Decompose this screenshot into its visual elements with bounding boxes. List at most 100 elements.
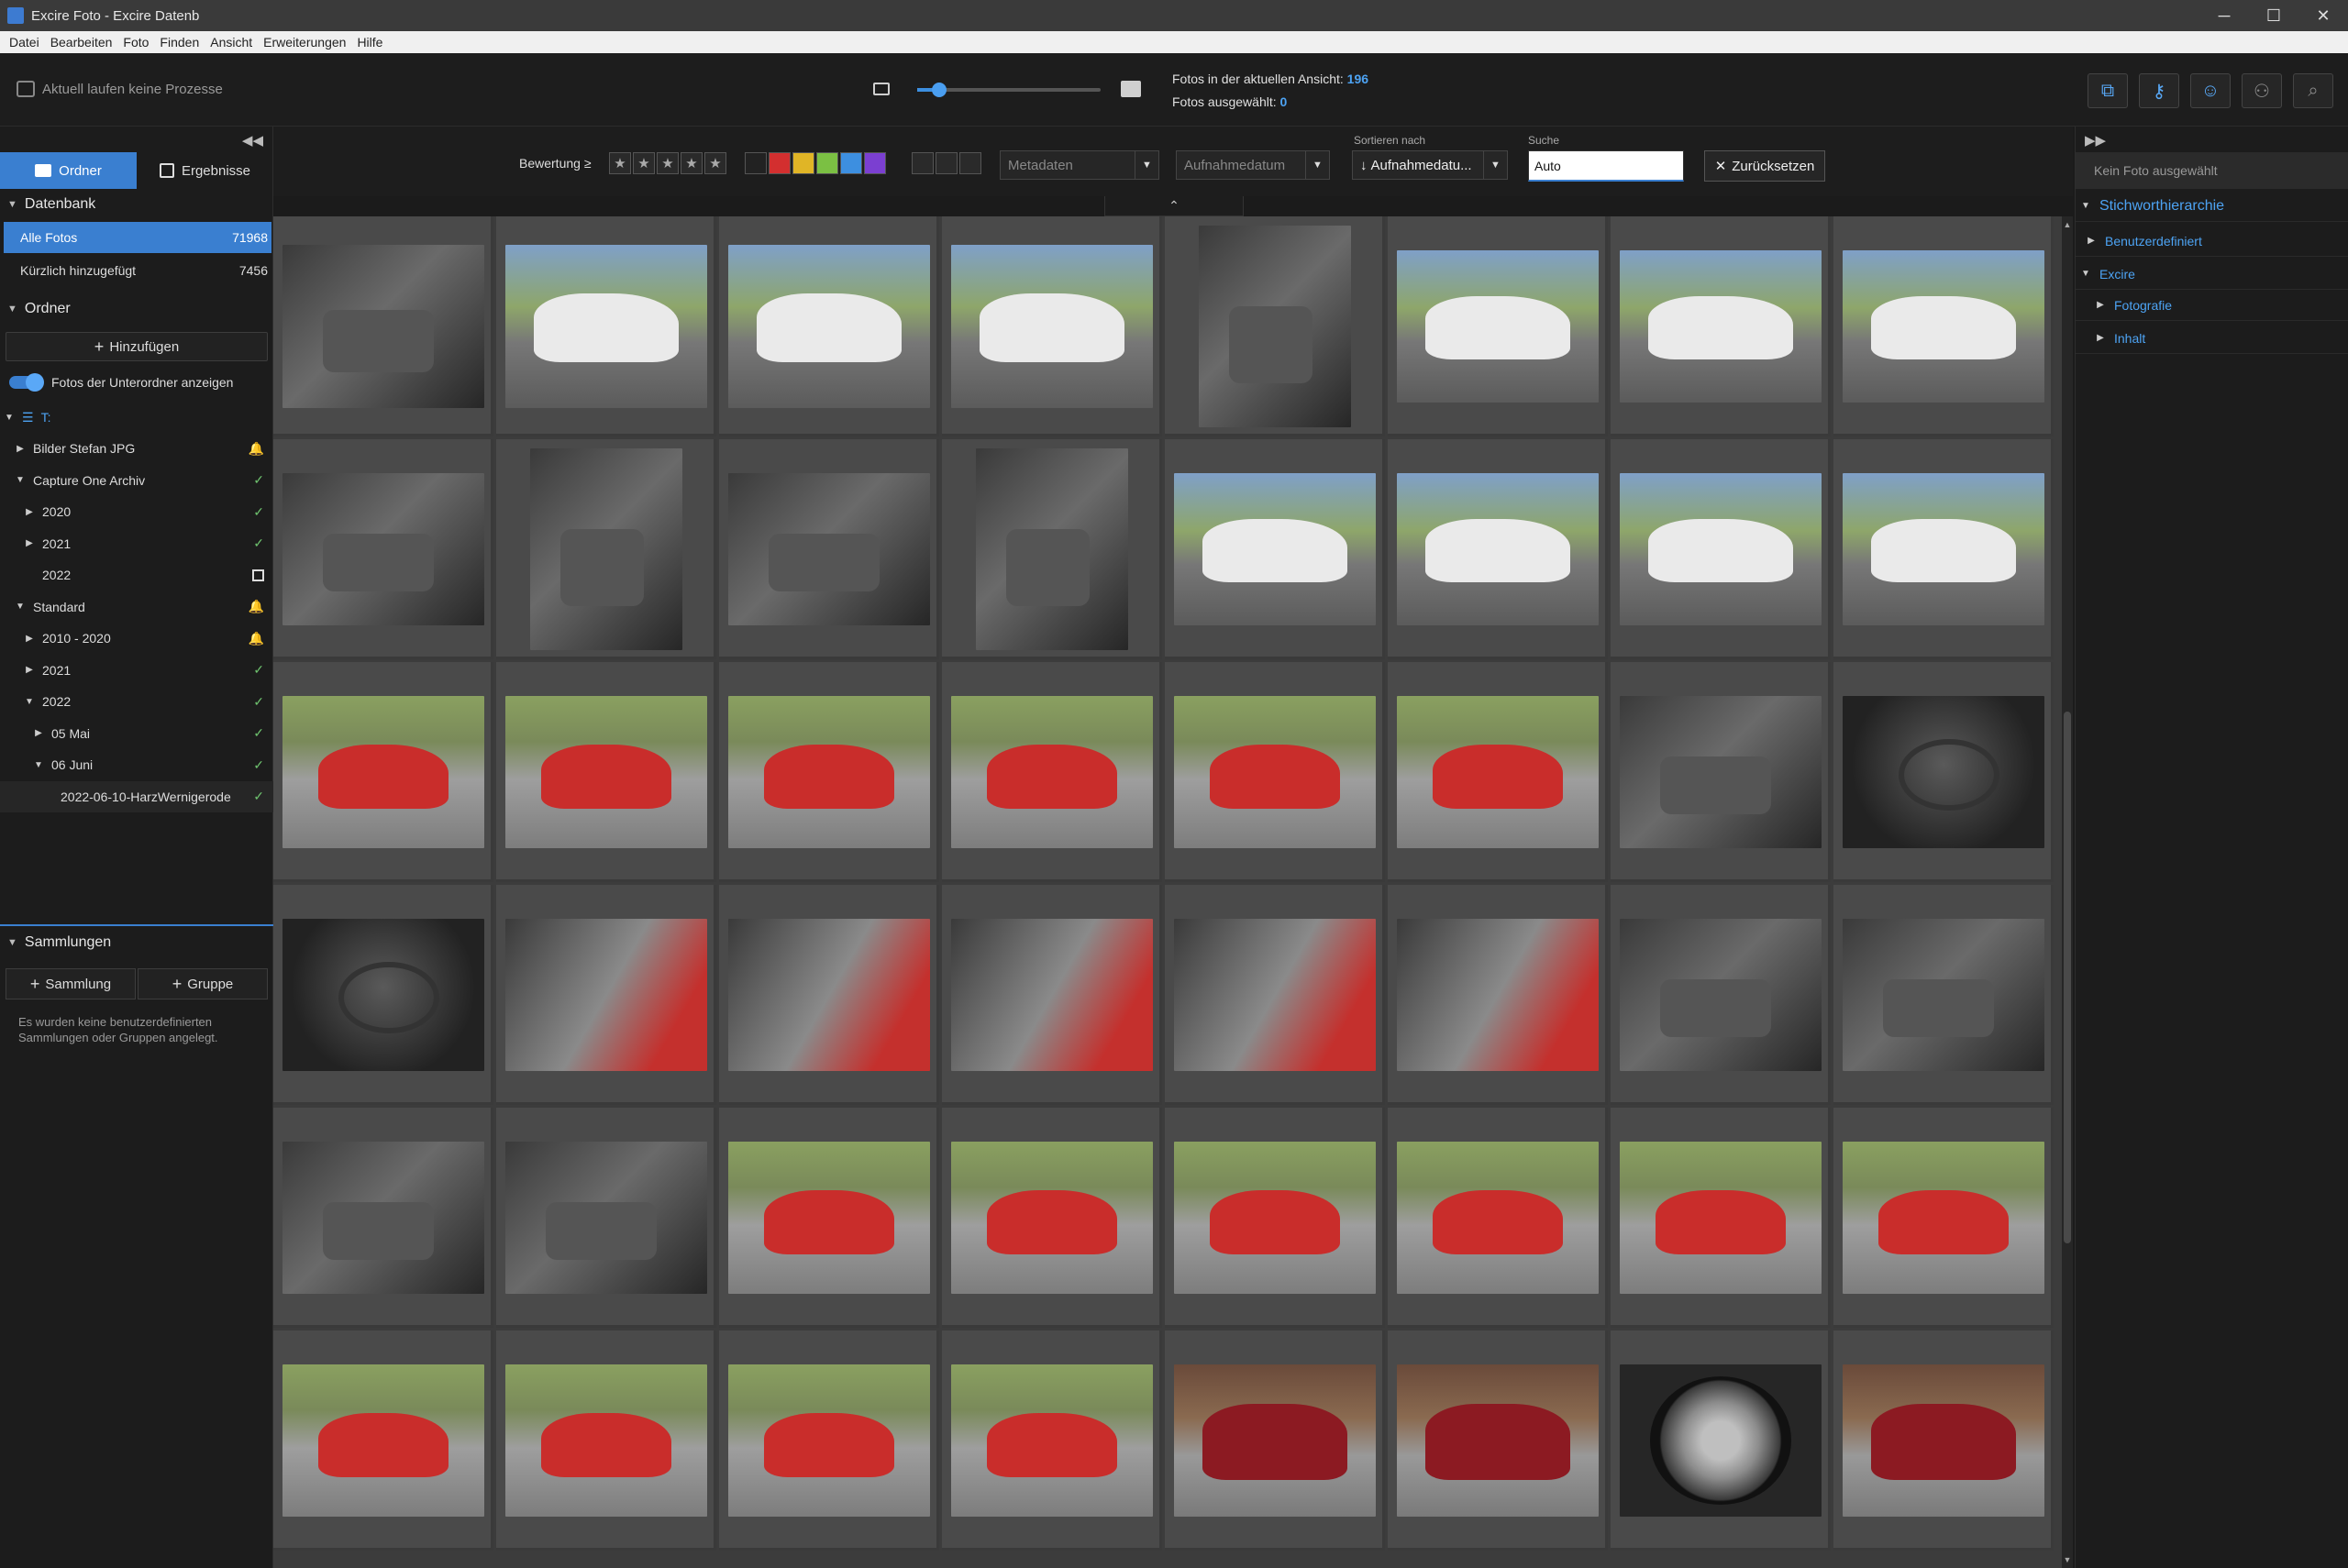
photo-cell[interactable] (1165, 1331, 1385, 1551)
photo-cell[interactable] (273, 662, 493, 882)
photo-thumbnail[interactable] (1842, 1142, 2045, 1294)
photo-cell[interactable] (719, 216, 939, 436)
star-1-icon[interactable]: ★ (609, 152, 631, 174)
star-2-icon[interactable]: ★ (633, 152, 655, 174)
folder-tree-item[interactable]: ▶ 2021 ✓ (0, 655, 273, 686)
photo-cell[interactable] (496, 662, 716, 882)
photo-cell[interactable] (273, 439, 493, 659)
chevron-down-icon[interactable]: ▼ (33, 760, 44, 770)
folder-tree-item[interactable]: 2022-06-10-HarzWernigerode ✓ (0, 780, 273, 812)
flag-picked-icon[interactable] (912, 152, 934, 174)
menu-bearbeiten[interactable]: Bearbeiten (50, 35, 113, 50)
photo-thumbnail[interactable] (727, 1142, 931, 1294)
photo-thumbnail[interactable] (282, 696, 485, 848)
photo-cell[interactable] (1165, 1108, 1385, 1328)
photo-thumbnail[interactable] (1619, 696, 1822, 848)
photo-thumbnail[interactable] (504, 1364, 708, 1517)
date-dropdown[interactable]: Aufnahmedatum ▼ (1176, 150, 1330, 180)
star-3-icon[interactable]: ★ (657, 152, 679, 174)
chevron-down-icon[interactable]: ▼ (15, 602, 26, 612)
photo-thumbnail[interactable] (727, 245, 931, 408)
photo-thumbnail[interactable] (282, 1364, 485, 1517)
thumbnail-size-slider[interactable] (917, 83, 1101, 97)
chevron-down-icon[interactable]: ▼ (24, 697, 35, 707)
keyword-button[interactable]: ⚷ (2139, 73, 2179, 108)
scroll-up-icon[interactable]: ▲ (2062, 220, 2073, 229)
folders-header[interactable]: ▼ Ordner (0, 295, 273, 323)
photo-thumbnail[interactable] (1619, 1364, 1822, 1517)
kw-excire[interactable]: ▼ Excire (2076, 259, 2348, 290)
photo-cell[interactable] (942, 662, 1162, 882)
photo-thumbnail[interactable] (1619, 1142, 1822, 1294)
menu-finden[interactable]: Finden (160, 35, 199, 50)
photo-thumbnail[interactable] (727, 696, 931, 848)
maximize-icon[interactable]: ☐ (2249, 0, 2298, 31)
collections-header[interactable]: ▼ Sammlungen (0, 926, 273, 959)
photo-cell[interactable] (1388, 662, 1608, 882)
photo-thumbnail[interactable] (1842, 250, 2045, 403)
folder-tree-item[interactable]: ▼ 06 Juni ✓ (0, 749, 273, 780)
photo-thumbnail[interactable] (1842, 1364, 2045, 1517)
color-filter-swatch[interactable] (816, 152, 838, 174)
db-all-photos[interactable]: Alle Fotos 71968 (4, 222, 271, 253)
folder-tree-item[interactable]: ▼ Capture One Archiv ✓ (0, 465, 273, 496)
photo-thumbnail[interactable] (282, 919, 485, 1071)
photo-thumbnail[interactable] (727, 1364, 931, 1517)
chevron-right-icon[interactable]: ▶ (15, 444, 26, 454)
kw-fotografie[interactable]: ▶ Fotografie (2076, 290, 2348, 321)
folder-tree-item[interactable]: ▶ 2020 ✓ (0, 496, 273, 527)
color-filter-swatch[interactable] (864, 152, 886, 174)
photo-thumbnail[interactable] (530, 447, 682, 651)
folder-tree-item[interactable]: ▶ 2010 - 2020 🔔 (0, 623, 273, 654)
keyword-hierarchy-header[interactable]: ▼ Stichworthierarchie (2076, 191, 2348, 222)
photo-cell[interactable] (1833, 662, 2054, 882)
minimize-icon[interactable]: ─ (2199, 0, 2249, 31)
menu-erweiterungen[interactable]: Erweiterungen (263, 35, 346, 50)
sort-dropdown[interactable]: ↓ Aufnahmedatu... ▼ (1352, 150, 1508, 180)
photo-thumbnail[interactable] (1842, 919, 2045, 1071)
add-collection-button[interactable]: + Sammlung (6, 968, 136, 999)
kw-user-defined[interactable]: ▶ Benutzerdefiniert (2076, 226, 2348, 257)
db-recent[interactable]: Kürzlich hinzugefügt 7456 (4, 255, 271, 286)
photo-thumbnail[interactable] (1173, 1364, 1377, 1517)
menu-ansicht[interactable]: Ansicht (210, 35, 252, 50)
photo-thumbnail[interactable] (504, 696, 708, 848)
face-button[interactable]: ☺ (2190, 73, 2231, 108)
photo-thumbnail[interactable] (950, 245, 1154, 408)
photo-cell[interactable] (719, 1331, 939, 1551)
color-filter-swatch[interactable] (745, 152, 767, 174)
photo-cell[interactable] (1833, 216, 2054, 436)
slider-knob[interactable] (932, 83, 947, 97)
photo-cell[interactable] (719, 1108, 939, 1328)
photo-thumbnail[interactable] (282, 1142, 485, 1294)
menu-foto[interactable]: Foto (123, 35, 149, 50)
photo-cell[interactable] (496, 439, 716, 659)
photo-thumbnail[interactable] (1173, 1142, 1377, 1294)
photo-cell[interactable] (1165, 216, 1385, 436)
small-thumbnail-icon[interactable] (873, 83, 890, 95)
photo-thumbnail[interactable] (1842, 473, 2045, 625)
photo-cell[interactable] (1165, 439, 1385, 659)
collapse-filter-icon[interactable]: ⌃ (1104, 196, 1244, 216)
star-5-icon[interactable]: ★ (704, 152, 726, 174)
photo-thumbnail[interactable] (727, 473, 931, 625)
color-filter-swatch[interactable] (769, 152, 791, 174)
menu-hilfe[interactable]: Hilfe (357, 35, 382, 50)
chevron-right-icon[interactable]: ▶ (24, 507, 35, 517)
photo-cell[interactable] (1833, 1331, 2054, 1551)
search-input[interactable] (1528, 150, 1684, 182)
scroll-down-icon[interactable]: ▼ (2062, 1555, 2073, 1564)
photo-thumbnail[interactable] (950, 1364, 1154, 1517)
color-filter-swatch[interactable] (840, 152, 862, 174)
large-thumbnail-icon[interactable] (1121, 81, 1141, 97)
collapse-right-icon[interactable]: ▶▶ (2085, 132, 2106, 149)
photo-thumbnail[interactable] (282, 245, 485, 408)
reset-button[interactable]: ✕ Zurücksetzen (1704, 150, 1825, 182)
photo-cell[interactable] (1611, 662, 1831, 882)
photo-cell[interactable] (1611, 1331, 1831, 1551)
photo-cell[interactable] (1833, 1108, 2054, 1328)
folder-tree-item[interactable]: ▼ Standard 🔔 (0, 591, 273, 623)
photo-cell[interactable] (1611, 216, 1831, 436)
toggle-switch[interactable] (9, 373, 44, 392)
photo-thumbnail[interactable] (950, 919, 1154, 1071)
